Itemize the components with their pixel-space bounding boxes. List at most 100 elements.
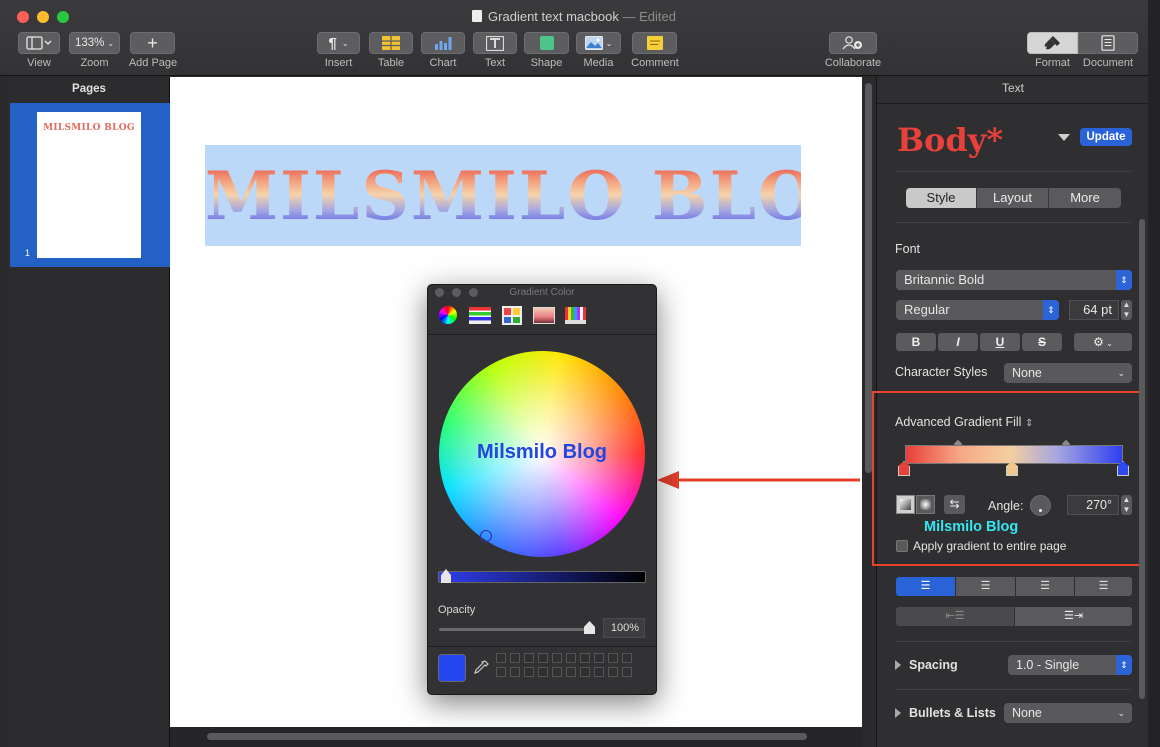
color-sliders-mode-icon[interactable] (469, 307, 491, 324)
document-icon (472, 10, 483, 22)
gradient-fill-select[interactable]: Advanced Gradient Fill ⇕ (895, 415, 1033, 429)
horizontal-scrollbar[interactable] (170, 727, 862, 747)
update-style-button[interactable]: Update (1080, 128, 1132, 146)
divider (895, 689, 1131, 690)
opacity-value-field[interactable]: 100% (603, 618, 645, 638)
align-right-button[interactable]: ☰ (1016, 577, 1074, 596)
insert-label: Insert (324, 57, 353, 69)
add-page-button[interactable]: + (130, 32, 175, 54)
wheel-crosshair-icon[interactable] (480, 530, 492, 542)
document-button[interactable] (1078, 32, 1138, 54)
font-family-select[interactable]: Britannic Bold ⇕ (896, 270, 1132, 290)
page-thumbnail-selected[interactable]: MILSMILO BLOG 1 (10, 103, 170, 267)
align-left-button[interactable]: ☰ (896, 577, 955, 596)
bullets-lists-label[interactable]: Bullets & Lists (909, 706, 996, 720)
reverse-gradient-button[interactable]: ⇆ (944, 495, 965, 514)
pages-window: Gradient text macbook — Edited View 133%… (0, 0, 1148, 747)
bold-button[interactable]: B (896, 333, 936, 351)
panel-divider (428, 334, 656, 335)
inspector-header-divider (877, 103, 1148, 104)
insert-button[interactable]: ¶ ⌄ (317, 32, 360, 54)
angle-value-field[interactable]: 270° (1067, 495, 1119, 515)
align-center-button[interactable]: ☰ (956, 577, 1015, 596)
italic-button[interactable]: I (938, 333, 978, 351)
text-options-gear-button[interactable]: ⚙ ⌄ (1074, 333, 1132, 351)
divider (895, 641, 1131, 642)
media-button[interactable]: ⌄ (576, 32, 621, 54)
text-box-icon (486, 35, 504, 51)
table-icon (382, 36, 400, 50)
font-style-select[interactable]: Regular ⇕ (896, 300, 1059, 320)
underline-button[interactable]: U (980, 333, 1020, 351)
zoom-menu[interactable]: 133% ⌄ (69, 32, 120, 54)
up-down-chevron-icon: ⇕ (1116, 655, 1132, 675)
outdent-icon: ⇤☰ (945, 610, 965, 622)
font-size-stepper[interactable]: ▲ ▼ (1121, 300, 1132, 320)
linear-gradient-button[interactable] (896, 495, 915, 514)
text-button[interactable] (473, 32, 517, 54)
angle-dial[interactable] (1030, 495, 1051, 516)
eyedropper-icon[interactable] (473, 660, 489, 676)
gradient-color-panel: Gradient Color Milsmilo Blog Opacity 100… (427, 284, 657, 695)
current-color-well[interactable] (438, 654, 466, 682)
vertical-scroll-thumb[interactable] (865, 83, 872, 473)
chevron-down-icon: ⌄ (341, 38, 349, 48)
media-icon (584, 36, 603, 50)
view-button[interactable] (18, 32, 60, 54)
inspector-scrollbar-thumb[interactable] (1139, 219, 1145, 699)
paragraph-style-name[interactable]: Body* (897, 121, 1003, 159)
strikethrough-button[interactable]: S (1022, 333, 1062, 351)
increase-indent-button[interactable]: ☰⇥ (1015, 607, 1132, 626)
image-palettes-mode-icon[interactable] (533, 307, 555, 324)
gradient-headline[interactable]: MILSMILO BLOG (205, 160, 874, 232)
pencils-mode-icon[interactable] (565, 307, 586, 324)
align-right-icon: ☰ (1040, 580, 1050, 592)
tab-more[interactable]: More (1048, 188, 1121, 208)
panel-divider-bottom (428, 646, 656, 647)
align-center-icon: ☰ (980, 580, 991, 592)
style-menu-triangle-icon[interactable] (1058, 134, 1070, 141)
shape-button[interactable] (524, 32, 569, 54)
chevron-down-icon: ⌄ (1103, 339, 1113, 348)
brightness-slider[interactable] (438, 571, 646, 583)
format-button[interactable] (1027, 32, 1078, 54)
spacing-label[interactable]: Spacing (909, 658, 958, 672)
justify-button[interactable]: ☰ (1075, 577, 1132, 596)
color-wheel-mode-icon[interactable] (439, 306, 457, 324)
swatch-grid[interactable] (496, 653, 636, 681)
apply-gradient-checkbox[interactable] (896, 540, 908, 552)
horizontal-scroll-thumb[interactable] (207, 733, 807, 740)
character-styles-select[interactable]: None ⌄ (1004, 363, 1132, 383)
shape-icon (539, 36, 554, 50)
bullets-lists-select[interactable]: None ⌄ (1004, 703, 1132, 723)
chart-button[interactable] (421, 32, 465, 54)
opacity-slider[interactable] (439, 628, 594, 631)
page-number: 1 (25, 248, 31, 258)
radial-gradient-button[interactable] (916, 495, 935, 514)
opacity-slider-thumb[interactable] (584, 621, 595, 634)
font-size-field[interactable]: 64 pt (1069, 300, 1119, 320)
justify-icon: ☰ (1098, 580, 1109, 592)
table-label: Table (377, 57, 405, 69)
opacity-label: Opacity (438, 604, 476, 616)
color-palettes-mode-icon[interactable] (502, 306, 522, 325)
collaborate-button[interactable] (829, 32, 877, 54)
chart-label: Chart (429, 57, 457, 69)
apply-gradient-label[interactable]: Apply gradient to entire page (913, 539, 1066, 553)
angle-label: Angle: (988, 499, 1024, 513)
spacing-disclosure-icon[interactable] (895, 660, 901, 670)
decrease-indent-button[interactable]: ⇤☰ (896, 607, 1014, 626)
comment-button[interactable] (632, 32, 677, 54)
table-button[interactable] (369, 32, 413, 54)
tab-layout[interactable]: Layout (976, 188, 1048, 208)
chevron-down-icon: ⌄ (107, 38, 115, 48)
angle-stepper[interactable]: ▲ ▼ (1121, 495, 1132, 515)
gradient-bar[interactable] (905, 445, 1123, 464)
page-thumbnail[interactable]: MILSMILO BLOG (37, 112, 141, 258)
tab-style[interactable]: Style (906, 188, 976, 208)
pages-sidebar: Pages MILSMILO BLOG 1 (8, 77, 170, 747)
indent-icon: ☰⇥ (1063, 610, 1084, 622)
spacing-select[interactable]: 1.0 - Single ⇕ (1008, 655, 1132, 675)
bullets-disclosure-icon[interactable] (895, 708, 901, 718)
chart-icon (435, 37, 452, 50)
